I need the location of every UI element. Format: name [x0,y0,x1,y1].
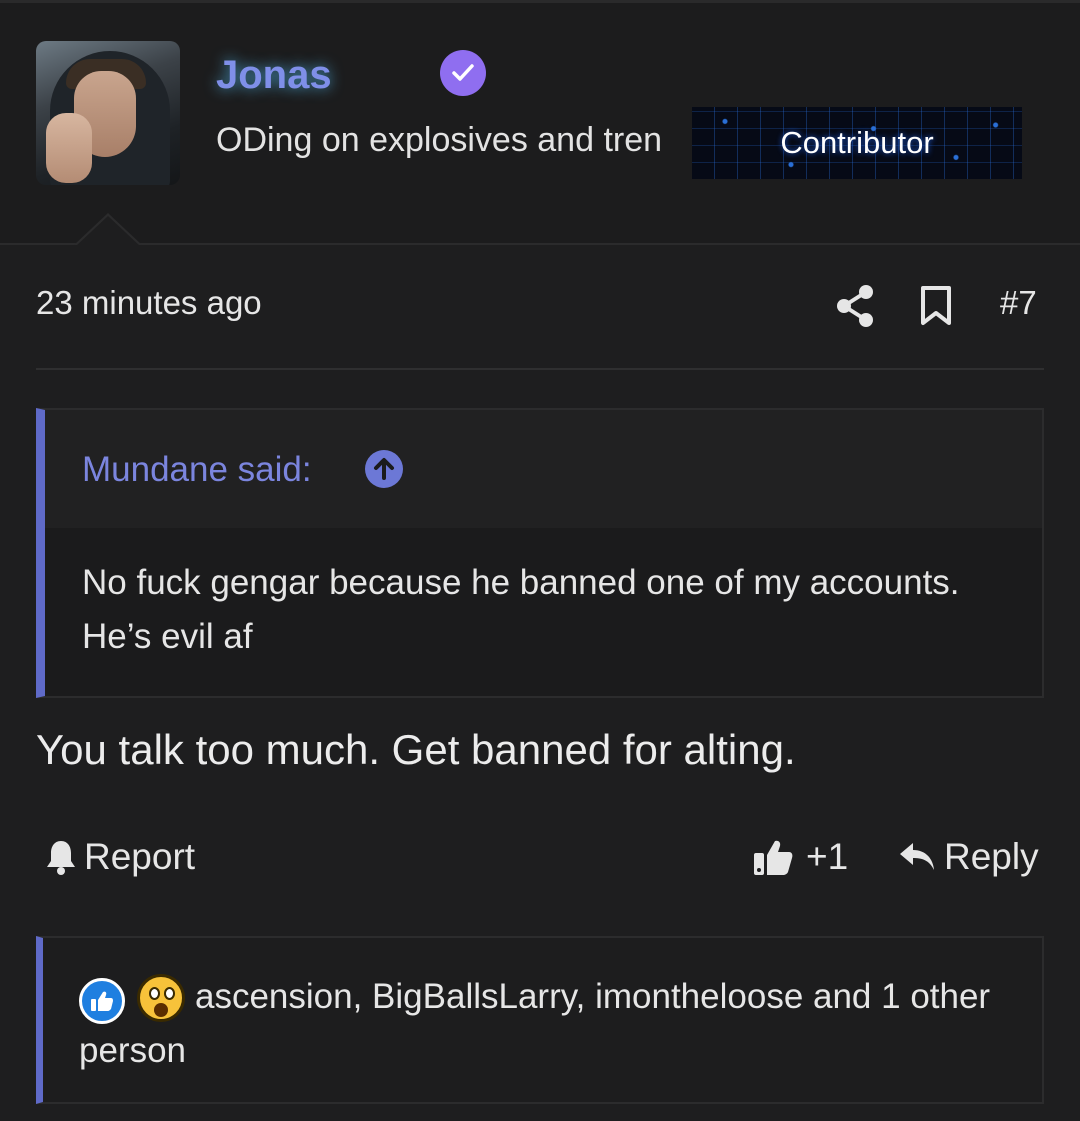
meta-divider [36,368,1044,370]
reply-icon [900,843,934,870]
thumbs-up-icon [754,840,793,875]
bookmark-icon[interactable] [918,285,954,327]
verified-icon [440,50,486,96]
quote-text: No fuck gengar because he banned one of … [82,563,960,656]
user-banner: Contributor [692,107,1022,179]
avatar[interactable] [36,41,180,185]
user-banner-label: Contributor [780,125,934,160]
quote-author[interactable]: Mundane said: [82,450,312,490]
quote-block: Mundane said: No fuck gengar because he … [36,408,1044,698]
user-title: ODing on explosives and tren [216,121,663,159]
like-button[interactable]: +1 [752,836,848,878]
reply-label: Reply [944,836,1039,877]
reactions-list[interactable]: ascension, BigBallsLarry, imontheloose a… [79,970,1029,1078]
bell-icon [47,841,75,875]
post-number[interactable]: #7 [1000,284,1037,322]
reply-button[interactable]: Reply [898,836,1039,878]
like-count: +1 [806,836,849,877]
share-icon[interactable] [834,284,876,328]
username[interactable]: Jonas [216,53,332,98]
post-timestamp[interactable]: 23 minutes ago [36,284,262,322]
post-page: Jonas ODing on explosives and tren Contr… [0,0,1080,1121]
user-header: Jonas ODing on explosives and tren Contr… [0,3,1080,245]
post-message: You talk too much. Get banned for alting… [36,726,796,773]
quote-header: Mundane said: [45,410,1042,528]
report-label: Report [84,836,196,877]
arrow-up-icon[interactable] [365,450,403,488]
report-button[interactable]: Report [44,836,195,878]
reactions-bar[interactable]: ascension, BigBallsLarry, imontheloose a… [36,936,1044,1104]
